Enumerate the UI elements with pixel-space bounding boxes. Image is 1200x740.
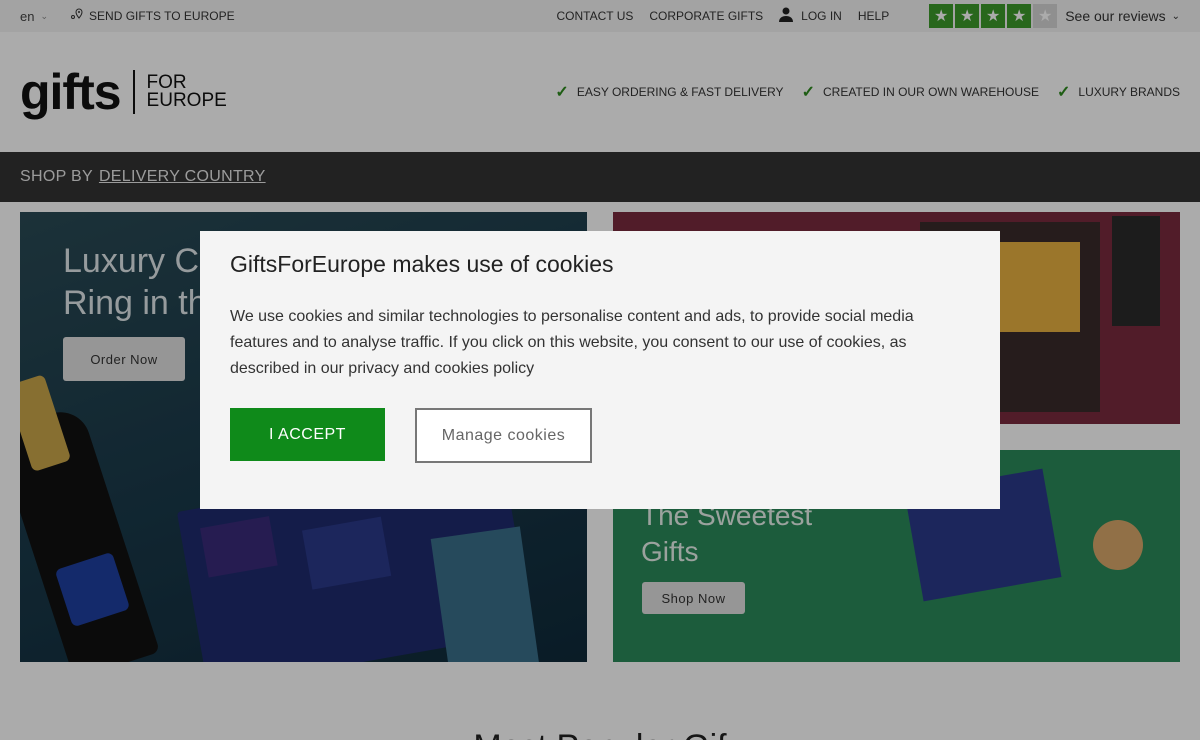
- cookie-consent-dialog: GiftsForEurope makes use of cookies We u…: [200, 231, 1000, 509]
- cookie-dialog-title: GiftsForEurope makes use of cookies: [230, 251, 614, 277]
- cookie-dialog-actions: I ACCEPT Manage cookies: [230, 408, 970, 463]
- cookie-dialog-body: We use cookies and similar technologies …: [230, 308, 914, 377]
- manage-cookies-button[interactable]: Manage cookies: [415, 408, 592, 463]
- accept-cookies-button[interactable]: I ACCEPT: [230, 408, 385, 461]
